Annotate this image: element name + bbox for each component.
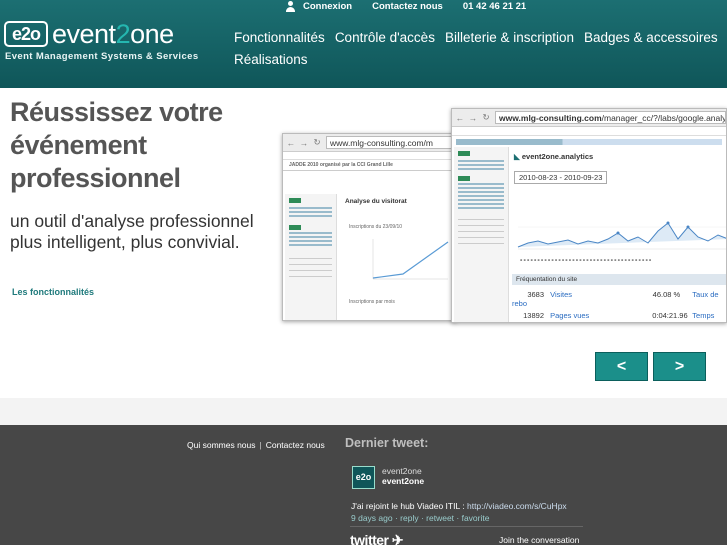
forward-arrow-icon: → [299,137,309,148]
slider-controls: < > [595,352,706,381]
features-link[interactable]: Les fonctionnalités [12,287,94,297]
account-handle[interactable]: event2one [382,476,424,486]
reply-link[interactable]: reply [400,513,418,523]
tweet-link[interactable]: http://viadeo.com/s/CuHpx [467,501,567,511]
chart-label-monthly: Inscriptions par mois [349,299,395,305]
section-divider [0,398,727,425]
browser-bar: ← → ↻ www.mlg-consulting.com/m [283,134,456,152]
footer-contact-link[interactable]: Contactez nous [266,440,325,450]
reload-icon: ↻ [482,112,490,122]
nav-item-fonctionnalites[interactable]: Fonctionnalités [234,27,325,49]
logo-mark: e2o [4,21,48,47]
chart-label: Inscriptions du 23/09/10 [349,224,403,230]
tweet-text: J'ai rejoint le hub Viadeo ITIL : http:/… [351,501,567,511]
event-label: JADDE 2010 organisé par la CCI Grand Lil… [283,160,456,171]
divider [350,526,583,527]
join-conversation-link[interactable]: Join the conversation [499,535,579,545]
retweet-link[interactable]: retweet [426,513,454,523]
next-slide-button[interactable]: > [653,352,706,381]
panel-title: Analyse du visitorat [345,198,407,205]
tweet-time[interactable]: 9 days ago [351,513,393,523]
nav-item-badges[interactable]: Badges & accessoires [584,27,718,49]
url-bar: www.mlg-consulting.com/m [326,136,456,149]
login-link[interactable]: Connexion [303,1,352,12]
hero-title: Réussissez votre événement professionnel [10,97,223,193]
account-name[interactable]: event2one [382,466,422,476]
back-arrow-icon: ← [286,137,296,148]
mini-line-chart [372,239,449,280]
nav-item-realisations[interactable]: Réalisations [234,49,308,71]
logo-wordmark: event2one [52,19,174,49]
twitter-logo[interactable]: twitter ✈ [350,532,404,549]
site-footer: Qui sommes nous | Contactez nous Dernier t… [0,425,727,548]
analytics-logo: ◣ event2one.analytics [514,152,594,161]
logo-tagline: Event Management Systems & Services [5,51,199,62]
site-header: e2o event2one Event Management Systems &… [0,0,727,88]
stats-row: 13892 Pages vues 0:04:21.96 Temps moyen [512,311,715,322]
footer-links: Qui sommes nous | Contactez nous [187,440,325,450]
main-nav: Fonctionnalités Contrôle d'accès Billete… [234,27,727,71]
forward-arrow-icon: → [468,112,478,123]
bird-icon: ✈ [391,532,404,548]
about-link[interactable]: Qui sommes nous [187,440,256,450]
svg-text:▪ ▪ ▪ ▪ ▪ ▪ ▪ ▪ ▪ ▪ ▪ ▪ ▪ ▪ ▪: ▪ ▪ ▪ ▪ ▪ ▪ ▪ ▪ ▪ ▪ ▪ ▪ ▪ ▪ ▪ ▪ ▪ ▪ ▪ ▪ … [520,258,652,262]
browser-bar: ← → ↻ www.mlg-consulting.com/manager_cc/… [452,109,726,127]
screenshot-front: ← → ↻ www.mlg-consulting.com/manager_cc/… [451,108,727,323]
section-header: Fréquentation du site [512,274,726,285]
nav-item-billeterie[interactable]: Billeterie & inscription [445,27,574,49]
prev-slide-button[interactable]: < [595,352,648,381]
phone-number: 01 42 46 21 21 [462,0,527,12]
url-bar: www.mlg-consulting.com/manager_cc/?/labs… [495,111,726,124]
back-arrow-icon: ← [455,112,465,123]
tweet-heading: Dernier tweet: [345,436,429,450]
analytics-chart: ▪ ▪ ▪ ▪ ▪ ▪ ▪ ▪ ▪ ▪ ▪ ▪ ▪ ▪ ▪ ▪ ▪ ▪ ▪ ▪ … [517,221,726,262]
site-logo[interactable]: e2o event2one Event Management Systems &… [4,18,198,62]
screenshot-back: ← → ↻ www.mlg-consulting.com/m JADDE 201… [282,133,457,321]
stats-row: 3683 Visites 46.08 % Taux de rebo [512,290,719,308]
contact-link[interactable]: Contactez nous [372,1,443,12]
user-icon [285,0,296,12]
nav-item-controle-acces[interactable]: Contrôle d'accès [335,27,435,49]
favorite-link[interactable]: favorite [462,513,490,523]
reload-icon: ↻ [313,137,321,147]
top-links: Connexion Contactez nous 01 42 46 21 21 [285,0,546,12]
hero-subtitle: un outil d'analyse professionnel plus in… [10,211,254,252]
avatar[interactable]: e2o [352,466,375,489]
date-range: 2010-08-23 - 2010-09-23 [514,171,608,184]
tweet-actions: 9 days ago · reply · retweet · favorite [351,513,490,523]
